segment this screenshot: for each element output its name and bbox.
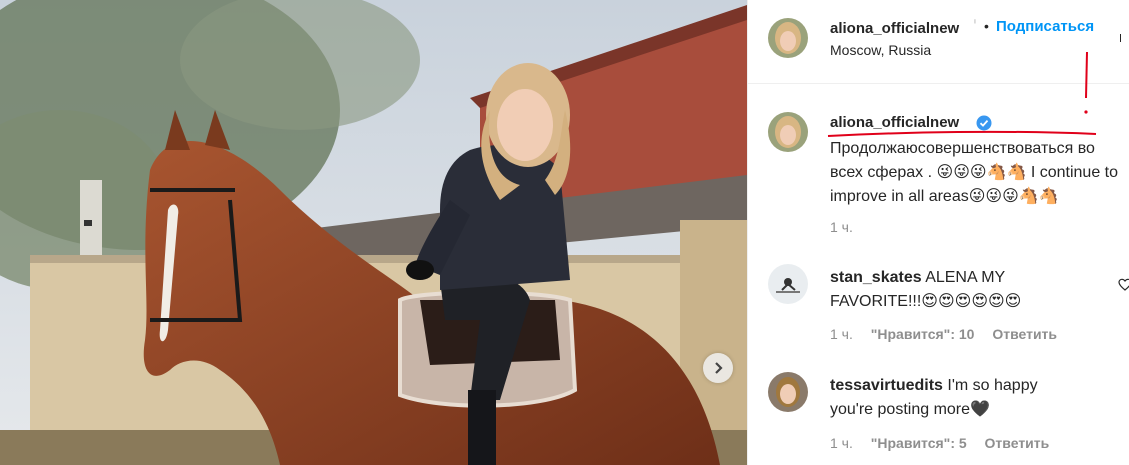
avatar-image-icon bbox=[768, 112, 808, 152]
location-link[interactable]: Moscow, Russia bbox=[830, 42, 931, 58]
photo-illustration bbox=[0, 0, 747, 465]
post-side-panel: aliona_officialnew ⁱ • Подписаться Mosco… bbox=[747, 0, 1129, 465]
caption-author-avatar[interactable] bbox=[768, 112, 808, 152]
reply-button[interactable]: Ответить bbox=[992, 326, 1057, 342]
comment-text: ALENA MY bbox=[925, 269, 1006, 286]
comment-like-count[interactable]: "Нравится": 10 bbox=[871, 326, 975, 342]
comment-username-link[interactable]: stan_skates bbox=[830, 269, 922, 286]
avatar-image-icon bbox=[768, 264, 808, 304]
comment-timestamp[interactable]: 1 ч. bbox=[830, 435, 853, 451]
avatar-image-icon bbox=[768, 372, 808, 412]
caption-line: всех сферах . 😜😜😜🐴🐴 I continue to bbox=[830, 164, 1119, 181]
caption-line: improve in all areas😜😜😜🐴🐴 bbox=[830, 188, 1059, 205]
comment-username-link[interactable]: tessavirtuedits bbox=[830, 377, 943, 394]
chevron-right-icon bbox=[715, 362, 723, 374]
caption-line: Продолжаюсовершенствоваться во bbox=[830, 140, 1095, 157]
comment-like-count[interactable]: "Нравится": 5 bbox=[871, 435, 967, 451]
comment-text: you're posting more🖤 bbox=[830, 401, 990, 418]
comment-avatar[interactable] bbox=[768, 264, 808, 304]
post-header: aliona_officialnew ⁱ • Подписаться Mosco… bbox=[748, 0, 1129, 114]
comment-item: stan_skates ALENA MY FAVORITE!!!😍😍😍😍😍😍 bbox=[830, 266, 1129, 314]
red-annotation-vertical bbox=[1084, 51, 1088, 114]
reply-button[interactable]: Ответить bbox=[985, 435, 1050, 451]
follow-button[interactable]: Подписаться bbox=[996, 18, 1094, 35]
next-photo-button[interactable] bbox=[703, 353, 733, 383]
comment-timestamp[interactable]: 1 ч. bbox=[830, 326, 853, 342]
comment-text: I'm so happy bbox=[947, 377, 1038, 394]
comment-item: tessavirtuedits I'm so happy you're post… bbox=[830, 374, 1129, 422]
more-options-icon[interactable] bbox=[1120, 34, 1121, 42]
author-username-link[interactable]: aliona_officialnew bbox=[830, 20, 959, 37]
avatar-image-icon bbox=[768, 18, 808, 58]
small-glyph-icon: ⁱ bbox=[974, 18, 976, 30]
caption-timestamp[interactable]: 1 ч. bbox=[830, 219, 853, 235]
post-photo[interactable] bbox=[0, 0, 747, 465]
heart-icon[interactable] bbox=[1118, 278, 1129, 292]
comment-meta: 1 ч. "Нравится": 5 Ответить bbox=[830, 435, 1063, 451]
comment-text: FAVORITE!!!😍😍😍😍😍😍 bbox=[830, 293, 1022, 310]
comment-avatar[interactable] bbox=[768, 372, 808, 412]
header-separator: • bbox=[984, 18, 989, 34]
comment-meta: 1 ч. "Нравится": 10 Ответить bbox=[830, 326, 1071, 342]
caption-text: Продолжаюсовершенствоваться во всех сфер… bbox=[830, 137, 1129, 209]
author-avatar[interactable] bbox=[768, 18, 808, 58]
